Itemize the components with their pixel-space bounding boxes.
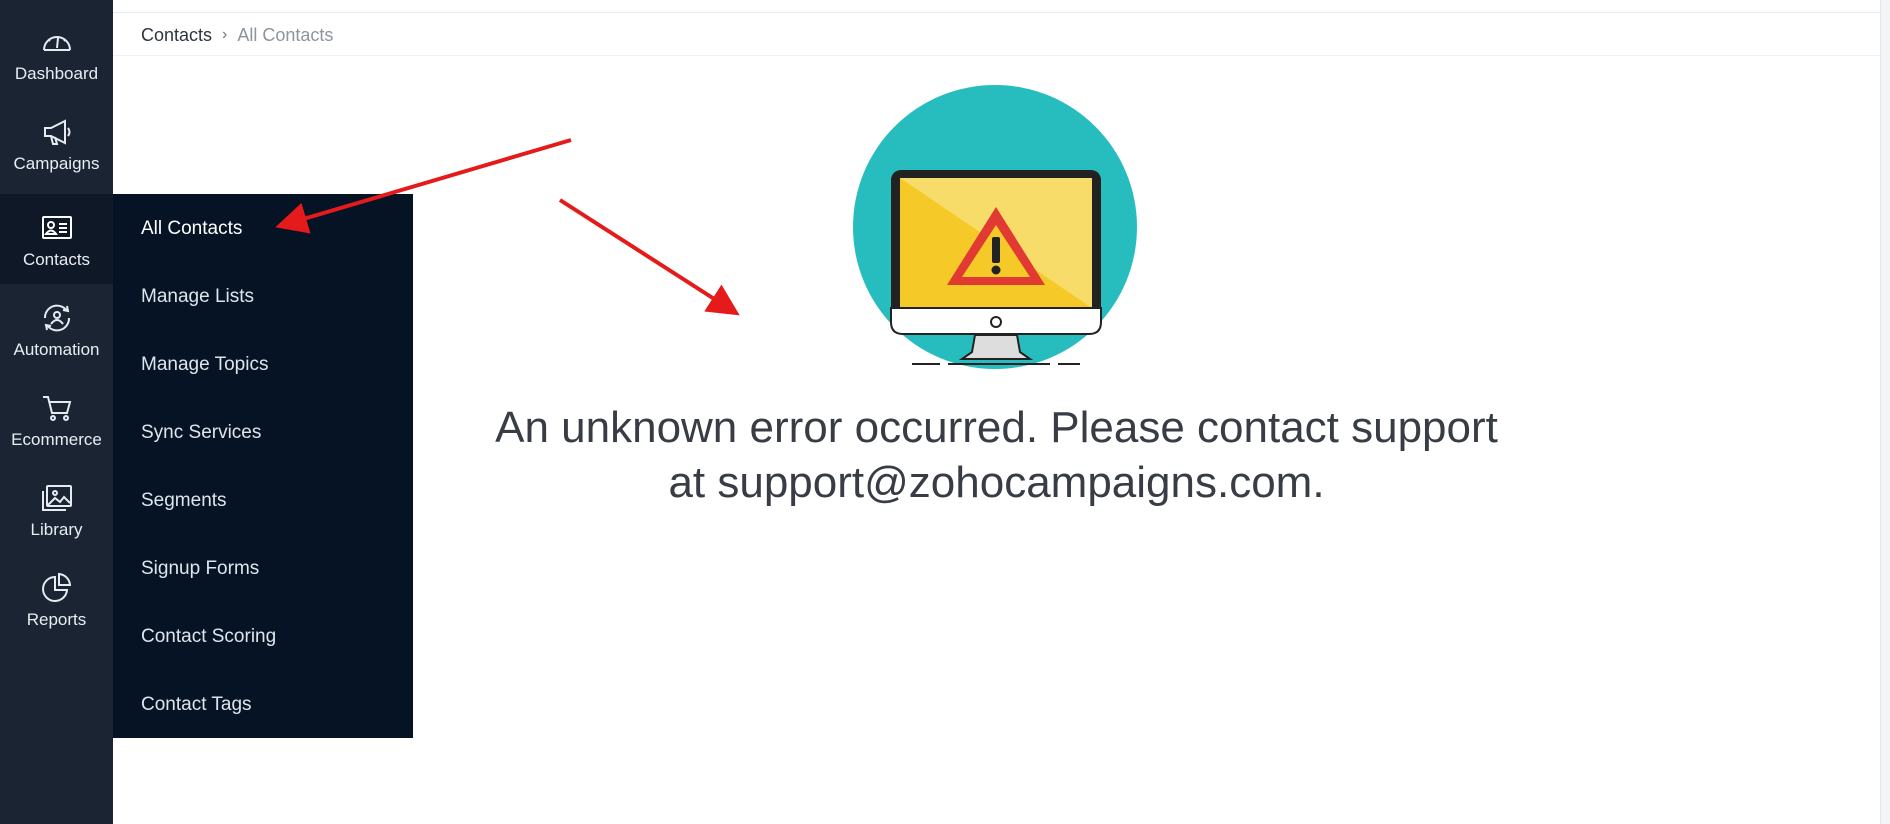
sidebar-item-label: Reports xyxy=(26,610,87,629)
app-window: Dashboard Campaigns Contacts Automation … xyxy=(0,0,1890,824)
sidebar-item-library[interactable]: Library xyxy=(0,464,113,554)
automation-icon xyxy=(43,304,70,332)
submenu-item-contact-tags[interactable]: Contact Tags xyxy=(141,685,252,725)
shopping-cart-icon xyxy=(42,396,71,421)
breadcrumb-root-link[interactable]: Contacts xyxy=(141,25,212,46)
top-divider xyxy=(113,12,1890,13)
sidebar-item-label: Library xyxy=(30,520,83,539)
sidebar-item-label: Campaigns xyxy=(13,154,100,173)
submenu-item-signup-forms[interactable]: Signup Forms xyxy=(141,549,259,589)
sidebar-item-label: Automation xyxy=(13,340,100,359)
megaphone-icon xyxy=(43,119,70,145)
annotation-arrow xyxy=(558,198,740,316)
sidebar-item-label: Dashboard xyxy=(14,64,99,83)
sidebar-item-label: Contacts xyxy=(22,250,91,269)
submenu-item-manage-topics[interactable]: Manage Topics xyxy=(141,345,268,385)
sidebar-item-automation[interactable]: Automation xyxy=(0,284,113,374)
pie-chart-icon xyxy=(41,572,71,602)
dashboard-gauge-icon xyxy=(42,36,71,51)
image-library-icon xyxy=(41,485,72,511)
main-sidebar: Dashboard Campaigns Contacts Automation … xyxy=(0,0,113,824)
submenu-item-sync-services[interactable]: Sync Services xyxy=(141,413,261,453)
submenu-item-segments[interactable]: Segments xyxy=(141,481,227,521)
contact-card-icon xyxy=(41,216,72,239)
submenu-item-all-contacts[interactable]: All Contacts xyxy=(141,209,242,249)
submenu-item-manage-lists[interactable]: Manage Lists xyxy=(141,277,254,317)
submenu-item-contact-scoring[interactable]: Contact Scoring xyxy=(141,617,276,657)
error-message-line-1: An unknown error occurred. Please contac… xyxy=(495,403,1498,452)
sidebar-item-label: Ecommerce xyxy=(11,430,102,449)
error-message: An unknown error occurred. Please contac… xyxy=(430,400,1563,510)
breadcrumb: Contacts › All Contacts xyxy=(141,20,333,50)
error-message-line-2: at support@zohocampaigns.com. xyxy=(668,458,1325,507)
sidebar-item-reports[interactable]: Reports xyxy=(0,554,113,644)
sidebar-item-ecommerce[interactable]: Ecommerce xyxy=(0,374,113,464)
contacts-submenu: All Contacts Manage Lists Manage Topics … xyxy=(113,194,413,738)
sidebar-item-campaigns[interactable]: Campaigns xyxy=(0,98,113,188)
header-divider xyxy=(113,55,1890,56)
sidebar-item-dashboard[interactable]: Dashboard xyxy=(0,8,113,98)
sidebar-item-contacts[interactable]: Contacts xyxy=(0,194,113,284)
breadcrumb-current: All Contacts xyxy=(237,24,334,45)
chevron-right-icon: › xyxy=(222,26,228,43)
warning-monitor-icon xyxy=(853,85,1137,369)
scrollbar[interactable] xyxy=(1880,0,1890,824)
